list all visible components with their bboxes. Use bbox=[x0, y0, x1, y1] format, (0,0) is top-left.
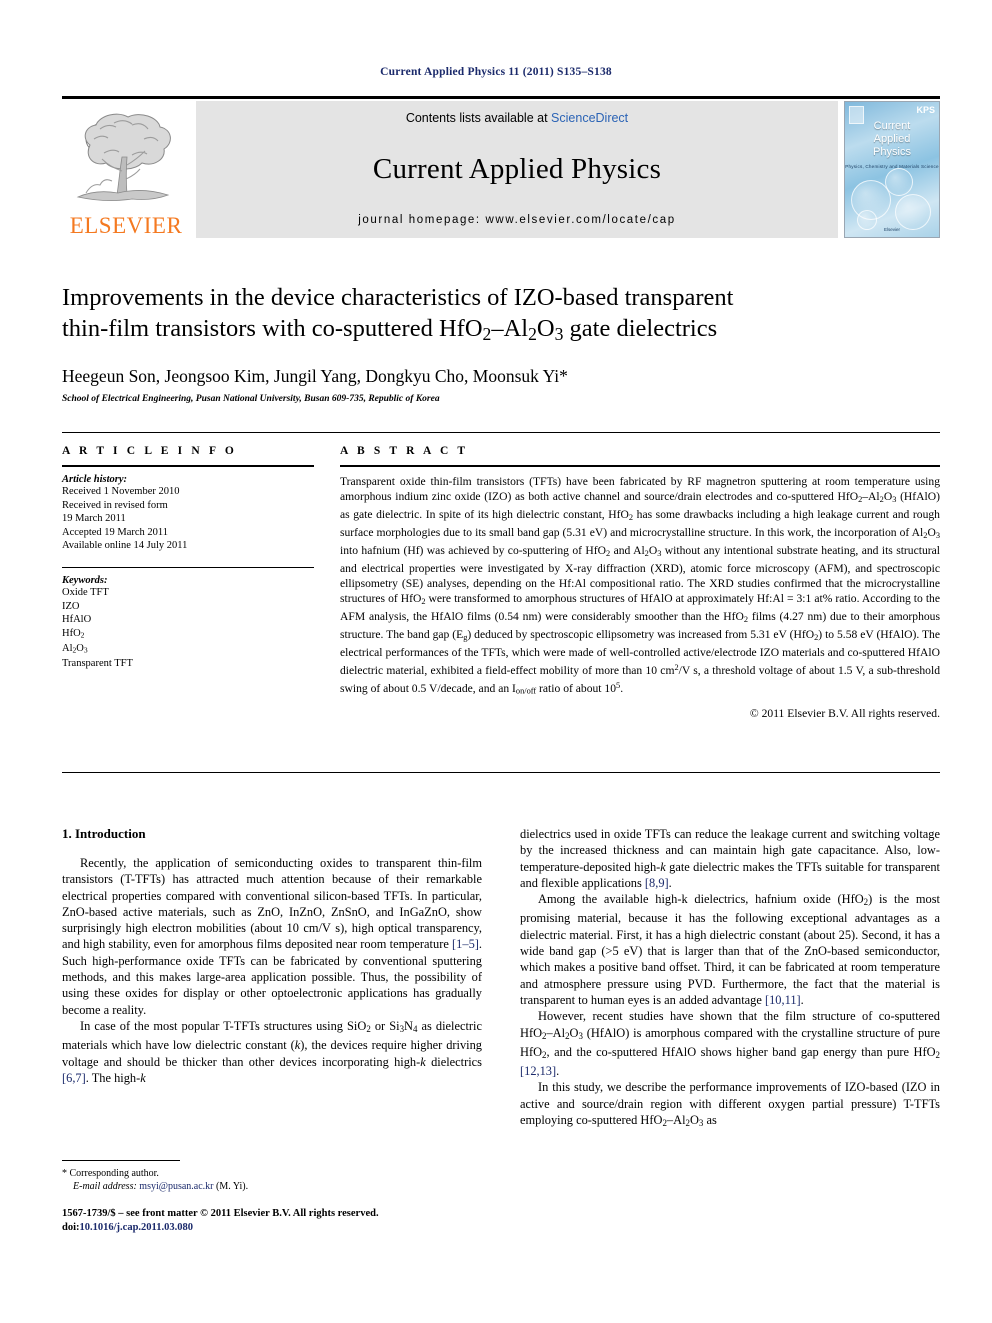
cover-title-line-2: Applied bbox=[873, 133, 911, 145]
email-line: E-mail address: msyi@pusan.ac.kr (M. Yi)… bbox=[62, 1180, 312, 1193]
cover-title: Current Applied Physics bbox=[845, 120, 939, 159]
article-history-line: 19 March 2011 bbox=[62, 513, 126, 525]
article-history-line: Received 1 November 2010 bbox=[62, 486, 180, 497]
corresponding-author-line: * Corresponding author. bbox=[62, 1167, 312, 1180]
cover-footer-mark: Elsevier bbox=[883, 227, 900, 232]
elsevier-wordmark: ELSEVIER bbox=[69, 213, 183, 238]
elsevier-logo: ELSEVIER bbox=[62, 101, 190, 238]
email-suffix: (M. Yi). bbox=[216, 1181, 249, 1192]
article-info-rule bbox=[62, 465, 314, 467]
body-column-right: dielectrics used in oxide TFTs can reduc… bbox=[520, 826, 940, 1198]
email-address-link[interactable]: msyi@pusan.ac.kr bbox=[139, 1181, 213, 1192]
cover-bubble-2 bbox=[885, 168, 913, 196]
cover-society-mark: KPS bbox=[916, 105, 935, 115]
band-bottom-rule bbox=[62, 772, 940, 773]
cover-title-line-3: Physics bbox=[873, 146, 911, 158]
citation-8-9[interactable]: [8,9] bbox=[645, 876, 669, 890]
abstract-column: A B S T R A C T Transparent oxide thin-f… bbox=[340, 445, 940, 720]
section-heading-introduction: 1. Introduction bbox=[62, 826, 146, 841]
paper-title-sub-2: 2 bbox=[528, 323, 537, 344]
page-title: Improvements in the device characteristi… bbox=[62, 282, 940, 350]
journal-cover-thumbnail: KPS Current Applied Physics Physics, Che… bbox=[844, 101, 940, 238]
contents-prefix: Contents lists available at bbox=[405, 111, 548, 125]
contents-available-line: Contents lists available at ScienceDirec… bbox=[406, 111, 628, 125]
affiliation: School of Electrical Engineering, Pusan … bbox=[62, 393, 440, 404]
abstract-heading: A B S T R A C T bbox=[340, 445, 469, 457]
page-footer: 1567-1739/$ – see front matter © 2011 El… bbox=[62, 1207, 522, 1235]
keyword-item: IZO bbox=[62, 600, 80, 612]
journal-band: Contents lists available at ScienceDirec… bbox=[196, 101, 838, 238]
citation-12-13[interactable]: [12,13] bbox=[520, 1064, 556, 1078]
paper-title-line-2-post: gate dielectrics bbox=[563, 315, 718, 342]
journal-masthead: ELSEVIER Contents lists available at Sci… bbox=[62, 96, 940, 239]
abstract-rule bbox=[340, 465, 940, 467]
journal-article-page: Current Applied Physics 11 (2011) S135–S… bbox=[0, 0, 992, 1323]
abstract-copyright: © 2011 Elsevier B.V. All rights reserved… bbox=[749, 707, 940, 721]
paper-title-dash: –Al bbox=[491, 315, 529, 342]
intro-paragraph-1: Recently, the application of semiconduct… bbox=[62, 856, 482, 1017]
article-history-label: Article history: bbox=[62, 474, 128, 485]
doi-line: doi:10.1016/j.cap.2011.03.080 bbox=[62, 1221, 522, 1235]
footnote-rule bbox=[62, 1160, 180, 1161]
body-column-left: 1. Introduction Recently, the applicatio… bbox=[62, 826, 482, 1198]
corresponding-marker: * bbox=[62, 1168, 67, 1179]
paper-title-mid: O bbox=[536, 315, 555, 342]
intro-paragraph-5: However, recent studies have shown that … bbox=[520, 1009, 940, 1079]
elsevier-tree-icon bbox=[70, 109, 182, 213]
intro-paragraph-6: In this study, we describe the performan… bbox=[520, 1080, 940, 1128]
keyword-item: HfAlO bbox=[62, 614, 92, 626]
keyword-item: Al2O3 bbox=[62, 643, 88, 655]
article-history-line: Received in revised form bbox=[62, 499, 168, 511]
running-head: Current Applied Physics 11 (2011) S135–S… bbox=[380, 66, 612, 78]
corresponding-label: Corresponding author. bbox=[69, 1168, 159, 1179]
paper-title-line-1: Improvements in the device characteristi… bbox=[62, 284, 734, 311]
title-block: Improvements in the device characteristi… bbox=[62, 282, 940, 404]
keyword-item: Transparent TFT bbox=[62, 658, 133, 670]
cover-title-line-1: Current bbox=[873, 120, 911, 132]
abstract-text: Transparent oxide thin-film transistors … bbox=[340, 475, 940, 696]
article-info-heading: A R T I C L E I N F O bbox=[62, 445, 237, 457]
citation-10-11[interactable]: [10,11] bbox=[765, 993, 801, 1007]
keywords-label: Keywords: bbox=[62, 574, 108, 586]
article-history-line: Accepted 19 March 2011 bbox=[62, 526, 169, 538]
paper-title-sub-1: 2 bbox=[482, 323, 492, 344]
journal-title: Current Applied Physics bbox=[372, 153, 662, 185]
doi-label: doi: bbox=[62, 1222, 80, 1233]
journal-homepage-link[interactable]: journal homepage: www.elsevier.com/locat… bbox=[358, 214, 675, 226]
doi-link[interactable]: 10.1016/j.cap.2011.03.080 bbox=[80, 1222, 193, 1233]
cover-subtitle: Physics, Chemistry and Materials Science bbox=[845, 164, 939, 169]
paper-title-line-2-pre: thin-film transistors with co-sputtered … bbox=[62, 315, 483, 342]
article-info-column: A R T I C L E I N F O Article history: R… bbox=[62, 445, 314, 720]
info-abstract-band: A R T I C L E I N F O Article history: R… bbox=[62, 432, 940, 720]
email-label: E-mail address: bbox=[73, 1181, 137, 1192]
keyword-item: HfO2 bbox=[62, 627, 85, 640]
body-columns: 1. Introduction Recently, the applicatio… bbox=[62, 826, 940, 1198]
sciencedirect-link[interactable]: ScienceDirect bbox=[551, 111, 628, 125]
intro-paragraph-4: Among the available high-k dielectrics, … bbox=[520, 892, 941, 1007]
intro-paragraph-2: In case of the most popular T-TFTs struc… bbox=[62, 1018, 483, 1085]
citation-1-5[interactable]: [1–5] bbox=[452, 937, 479, 951]
intro-paragraph-3: dielectrics used in oxide TFTs can reduc… bbox=[520, 827, 940, 890]
front-matter-line: 1567-1739/$ – see front matter © 2011 El… bbox=[62, 1208, 379, 1219]
article-history-line: Available online 14 July 2011 bbox=[62, 540, 188, 552]
keywords-rule bbox=[62, 566, 314, 568]
keyword-item: Oxide TFT bbox=[62, 586, 109, 598]
cover-bubble-3 bbox=[895, 194, 931, 230]
citation-6-7[interactable]: [6,7] bbox=[62, 1071, 86, 1085]
corresponding-author-footnote: * Corresponding author. E-mail address: … bbox=[62, 1160, 312, 1193]
author-list: Heegeun Son, Jeongsoo Kim, Jungil Yang, … bbox=[62, 365, 568, 386]
